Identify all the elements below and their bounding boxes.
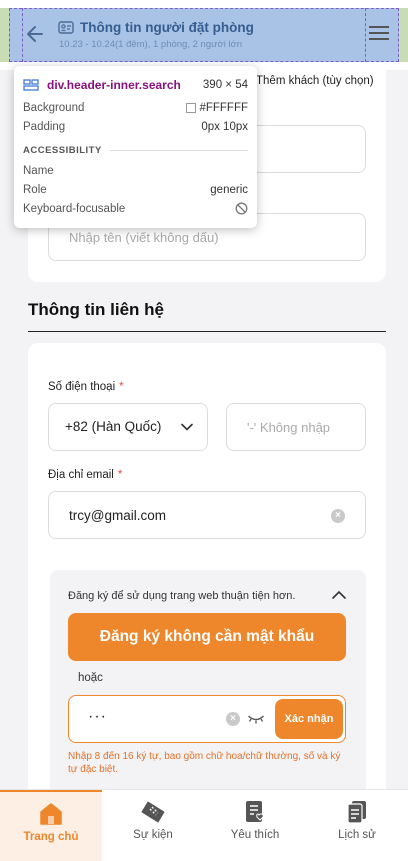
nav-item-favorites[interactable]: Yêu thích bbox=[204, 790, 306, 861]
inspector-selector: div.header-inner.search bbox=[47, 78, 181, 92]
inspector-dimensions: 390 × 54 bbox=[202, 79, 248, 91]
history-icon bbox=[347, 801, 366, 824]
eye-closed-icon bbox=[248, 715, 264, 724]
nav-item-events[interactable]: Sự kiện bbox=[102, 790, 204, 861]
inspector-focusable-label: Keyboard-focusable bbox=[23, 202, 126, 215]
guest-field[interactable] bbox=[240, 125, 366, 173]
flex-layout-icon bbox=[23, 79, 39, 91]
clear-icon[interactable]: × bbox=[331, 509, 345, 523]
contact-section-title: Thông tin liên hệ bbox=[28, 300, 164, 319]
phone-label: Số điện thoại * bbox=[48, 381, 124, 393]
nav-label-history: Lịch sử bbox=[338, 829, 376, 841]
hamburger-icon-bar bbox=[369, 38, 389, 40]
not-allowed-icon bbox=[235, 202, 248, 215]
password-hint: Nhập 8 đến 16 ký tự, bao gồm chữ hoa/chữ… bbox=[68, 751, 341, 775]
inspector-padding-label: Padding bbox=[23, 120, 66, 133]
or-text: hoặc bbox=[78, 672, 103, 684]
back-button[interactable] bbox=[24, 22, 46, 46]
register-without-password-button[interactable]: Đăng ký không cần mật khẩu bbox=[68, 613, 346, 661]
register-prompt: Đăng ký để sử dụng trang web thuận tiện … bbox=[68, 590, 296, 602]
email-label: Địa chỉ email * bbox=[48, 469, 122, 481]
nav-label-events: Sự kiện bbox=[133, 829, 173, 841]
nav-label-home: Trang chủ bbox=[23, 831, 79, 843]
email-value: trcy@gmail.com bbox=[69, 508, 166, 523]
email-input[interactable]: trcy@gmail.com bbox=[48, 491, 366, 539]
password-mask: ··· bbox=[88, 708, 107, 725]
menu-button[interactable] bbox=[368, 22, 390, 44]
booking-summary: 10.23 - 10.24(1 đêm), 1 phòng, 2 người l… bbox=[59, 39, 243, 50]
phone-label-text: Số điện thoại bbox=[48, 381, 116, 393]
header-padding-right bbox=[399, 8, 408, 62]
color-swatch-icon bbox=[186, 102, 197, 113]
required-mark: * bbox=[117, 469, 123, 481]
guest-name-placeholder: Nhập tên (viết không dấu) bbox=[69, 230, 219, 245]
bottom-navigation: Trang chủ Sự kiện Yêu thích Lịch sử bbox=[0, 789, 408, 861]
clear-password-icon[interactable]: × bbox=[226, 712, 240, 726]
confirm-button[interactable]: Xác nhận bbox=[275, 699, 343, 739]
header-padding-left bbox=[0, 8, 9, 62]
favorite-list-icon bbox=[246, 801, 264, 822]
hamburger-icon bbox=[369, 26, 389, 28]
section-divider bbox=[28, 331, 386, 332]
inspector-name-label: Name bbox=[23, 164, 54, 177]
chevron-up-icon bbox=[332, 590, 346, 599]
inspector-role-label: Role bbox=[23, 183, 47, 196]
hamburger-icon-bar bbox=[369, 32, 389, 34]
nav-item-home[interactable]: Trang chủ bbox=[0, 790, 102, 861]
inspector-role-value: generic bbox=[210, 183, 248, 196]
page-title: Thông tin người đặt phòng bbox=[80, 19, 254, 35]
header-title-row[interactable]: Thông tin người đặt phòng bbox=[58, 17, 254, 37]
devtools-inspector-tooltip: div.header-inner.search 390 × 54 Backgro… bbox=[14, 66, 257, 228]
required-mark: * bbox=[119, 381, 124, 393]
phone-placeholder: '-' Không nhập bbox=[247, 420, 331, 435]
nav-item-history[interactable]: Lịch sử bbox=[306, 790, 408, 861]
inspector-background-value: #FFFFFF bbox=[199, 101, 248, 114]
inspector-background-label: Background bbox=[23, 101, 85, 114]
toggle-visibility-button[interactable] bbox=[247, 712, 265, 724]
header: Thông tin người đặt phòng 10.23 - 10.24(… bbox=[0, 0, 408, 70]
arrow-left-icon bbox=[27, 26, 43, 42]
add-guest-link[interactable]: Thêm khách (tùy chọn) bbox=[256, 75, 374, 87]
divider bbox=[109, 150, 248, 151]
collapse-button[interactable] bbox=[331, 588, 347, 602]
nav-label-favorites: Yêu thích bbox=[230, 829, 280, 841]
id-card-icon bbox=[58, 20, 74, 34]
phone-input[interactable]: '-' Không nhập bbox=[226, 403, 366, 451]
email-label-text: Địa chỉ email bbox=[48, 469, 114, 481]
country-code-select[interactable]: +82 (Hàn Quốc) bbox=[48, 403, 208, 451]
home-icon bbox=[40, 803, 62, 825]
chevron-down-icon bbox=[181, 423, 193, 431]
ticket-icon bbox=[141, 801, 165, 823]
country-code-value: +82 (Hàn Quốc) bbox=[65, 419, 162, 434]
inspector-accessibility-heading: ACCESSIBILITY bbox=[23, 145, 102, 156]
inspector-padding-value: 0px 10px bbox=[201, 120, 248, 133]
